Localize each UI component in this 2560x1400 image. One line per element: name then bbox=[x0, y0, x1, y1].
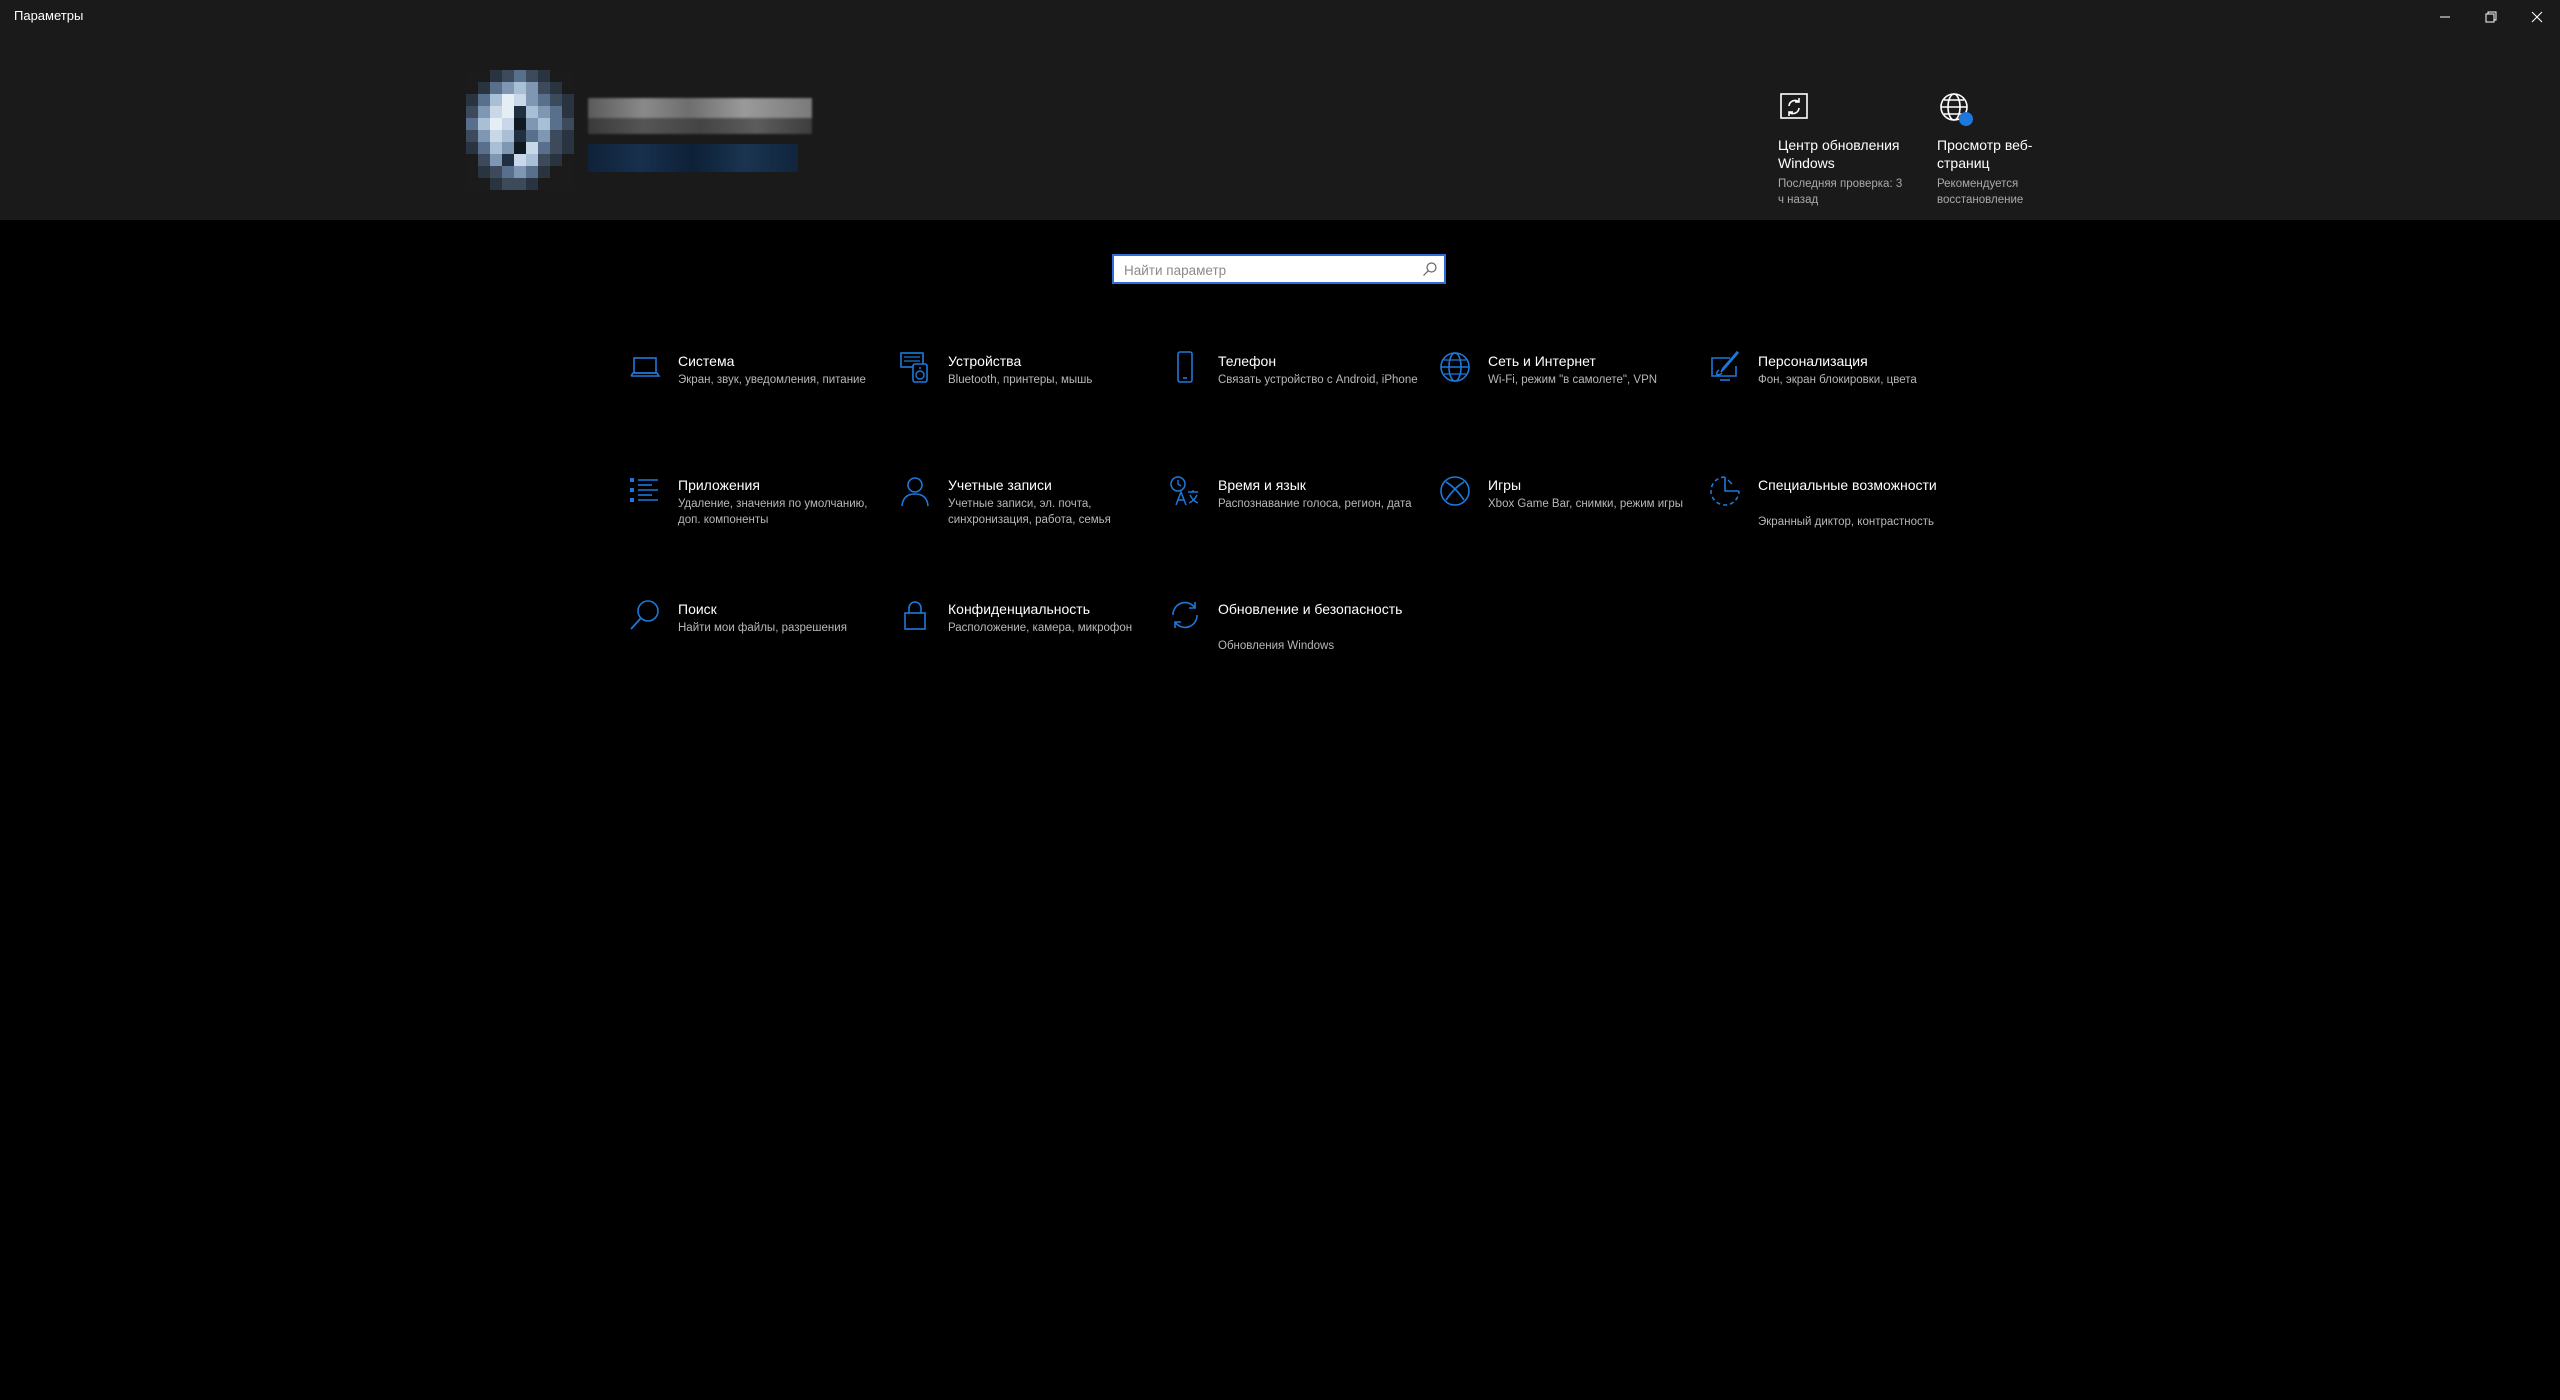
xbox-icon bbox=[1438, 474, 1472, 508]
minimize-icon bbox=[2440, 16, 2450, 18]
close-button[interactable] bbox=[2514, 0, 2560, 34]
category-subtitle: Bluetooth, принтеры, мышь bbox=[948, 374, 1093, 386]
category-subtitle: Найти мои файлы, разрешения bbox=[678, 622, 847, 634]
category-gaming[interactable]: Игры Xbox Game Bar, снимки, режим игры bbox=[1438, 474, 1698, 574]
accounts-icon bbox=[898, 474, 932, 508]
laptop-icon bbox=[628, 350, 662, 384]
category-subtitle: Распознавание голоса, регион, дата bbox=[1218, 498, 1412, 510]
category-subtitle: Экранный диктор, контрастность bbox=[1758, 516, 1935, 528]
category-title: Конфиденциальность bbox=[948, 601, 1091, 617]
search-input[interactable] bbox=[1122, 256, 1416, 284]
category-subtitle: Xbox Game Bar, снимки, режим игры bbox=[1488, 498, 1684, 510]
user-name-obscured bbox=[588, 98, 812, 134]
close-icon bbox=[2531, 11, 2543, 23]
search-icon[interactable] bbox=[1422, 261, 1438, 277]
category-subtitle: Связать устройство с Android, iPhone bbox=[1218, 374, 1418, 386]
category-phone[interactable]: Телефон Связать устройство с Android, iP… bbox=[1168, 350, 1428, 450]
quick-link-title: Центр обновления Windows bbox=[1778, 137, 1900, 171]
category-subtitle: Удаление, значения по умолчанию, доп. ко… bbox=[678, 498, 868, 526]
user-account-link-obscured[interactable] bbox=[588, 144, 798, 172]
header-band: Центр обновления Windows Последняя прове… bbox=[0, 34, 2560, 220]
category-title: Обновление и безопасность bbox=[1218, 601, 1403, 617]
devices-icon bbox=[898, 350, 932, 384]
update-security-icon bbox=[1168, 598, 1202, 632]
category-update-security[interactable]: Обновление и безопасность Обновления Win… bbox=[1168, 598, 1428, 698]
windows-update-icon bbox=[1778, 90, 1812, 124]
category-title: Учетные записи bbox=[948, 477, 1052, 493]
category-time-language[interactable]: Время и язык Распознавание голоса, регио… bbox=[1168, 474, 1428, 574]
category-personalization[interactable]: Персонализация Фон, экран блокировки, цв… bbox=[1708, 350, 1968, 450]
title-bar: Параметры bbox=[0, 0, 2560, 34]
category-title: Устройства bbox=[948, 353, 1022, 369]
search-box[interactable] bbox=[1112, 254, 1446, 284]
category-search[interactable]: Поиск Найти мои файлы, разрешения bbox=[628, 598, 888, 698]
time-language-icon bbox=[1168, 474, 1202, 508]
category-subtitle: Экран, звук, уведомления, питание bbox=[678, 374, 866, 386]
personalization-icon bbox=[1708, 350, 1742, 384]
category-subtitle: Расположение, камера, микрофон bbox=[948, 622, 1133, 634]
lock-icon bbox=[898, 598, 932, 632]
category-title: Специальные возможности bbox=[1758, 477, 1937, 493]
quick-link-windows-update[interactable]: Центр обновления Windows Последняя прове… bbox=[1778, 90, 1908, 208]
category-title: Приложения bbox=[678, 477, 760, 493]
accessibility-icon bbox=[1708, 474, 1742, 508]
category-title: Время и язык bbox=[1218, 477, 1306, 493]
quick-link-subtitle: Рекомендуется восстановление bbox=[1937, 178, 2024, 206]
window-title: Параметры bbox=[14, 8, 84, 23]
restore-icon bbox=[2485, 11, 2497, 23]
category-subtitle: Фон, экран блокировки, цвета bbox=[1758, 374, 1917, 386]
category-title: Персонализация bbox=[1758, 353, 1868, 369]
category-subtitle: Учетные записи, эл. почта, синхронизация… bbox=[948, 498, 1111, 526]
category-title: Игры bbox=[1488, 477, 1522, 493]
category-title: Телефон bbox=[1218, 353, 1277, 369]
category-system[interactable]: Система Экран, звук, уведомления, питани… bbox=[628, 350, 888, 450]
category-title: Система bbox=[678, 353, 735, 369]
category-subtitle: Wi-Fi, режим "в самолете", VPN bbox=[1488, 374, 1658, 386]
category-devices[interactable]: Устройства Bluetooth, принтеры, мышь bbox=[898, 350, 1158, 450]
search-icon bbox=[628, 598, 662, 632]
category-title: Поиск bbox=[678, 601, 717, 617]
category-accounts[interactable]: Учетные записи Учетные записи, эл. почта… bbox=[898, 474, 1158, 574]
quick-link-web-browsing[interactable]: Просмотр веб-страниц Рекомендуется восст… bbox=[1937, 90, 2067, 208]
quick-link-title: Просмотр веб-страниц bbox=[1937, 137, 2033, 171]
category-network[interactable]: Сеть и Интернет Wi-Fi, режим "в самолете… bbox=[1438, 350, 1698, 450]
minimize-button[interactable] bbox=[2422, 0, 2468, 34]
apps-icon bbox=[628, 474, 662, 508]
category-privacy[interactable]: Конфиденциальность Расположение, камера,… bbox=[898, 598, 1158, 698]
user-avatar[interactable] bbox=[466, 70, 574, 190]
category-title: Сеть и Интернет bbox=[1488, 353, 1596, 369]
category-subtitle: Обновления Windows bbox=[1218, 640, 1335, 652]
web-browsing-icon bbox=[1937, 90, 1973, 126]
category-accessibility[interactable]: Специальные возможности Экранный диктор,… bbox=[1708, 474, 1968, 574]
restore-button[interactable] bbox=[2468, 0, 2514, 34]
phone-icon bbox=[1168, 350, 1202, 384]
category-apps[interactable]: Приложения Удаление, значения по умолчан… bbox=[628, 474, 888, 574]
quick-link-subtitle: Последняя проверка: 3 ч назад bbox=[1778, 178, 1903, 206]
globe-icon bbox=[1438, 350, 1472, 384]
